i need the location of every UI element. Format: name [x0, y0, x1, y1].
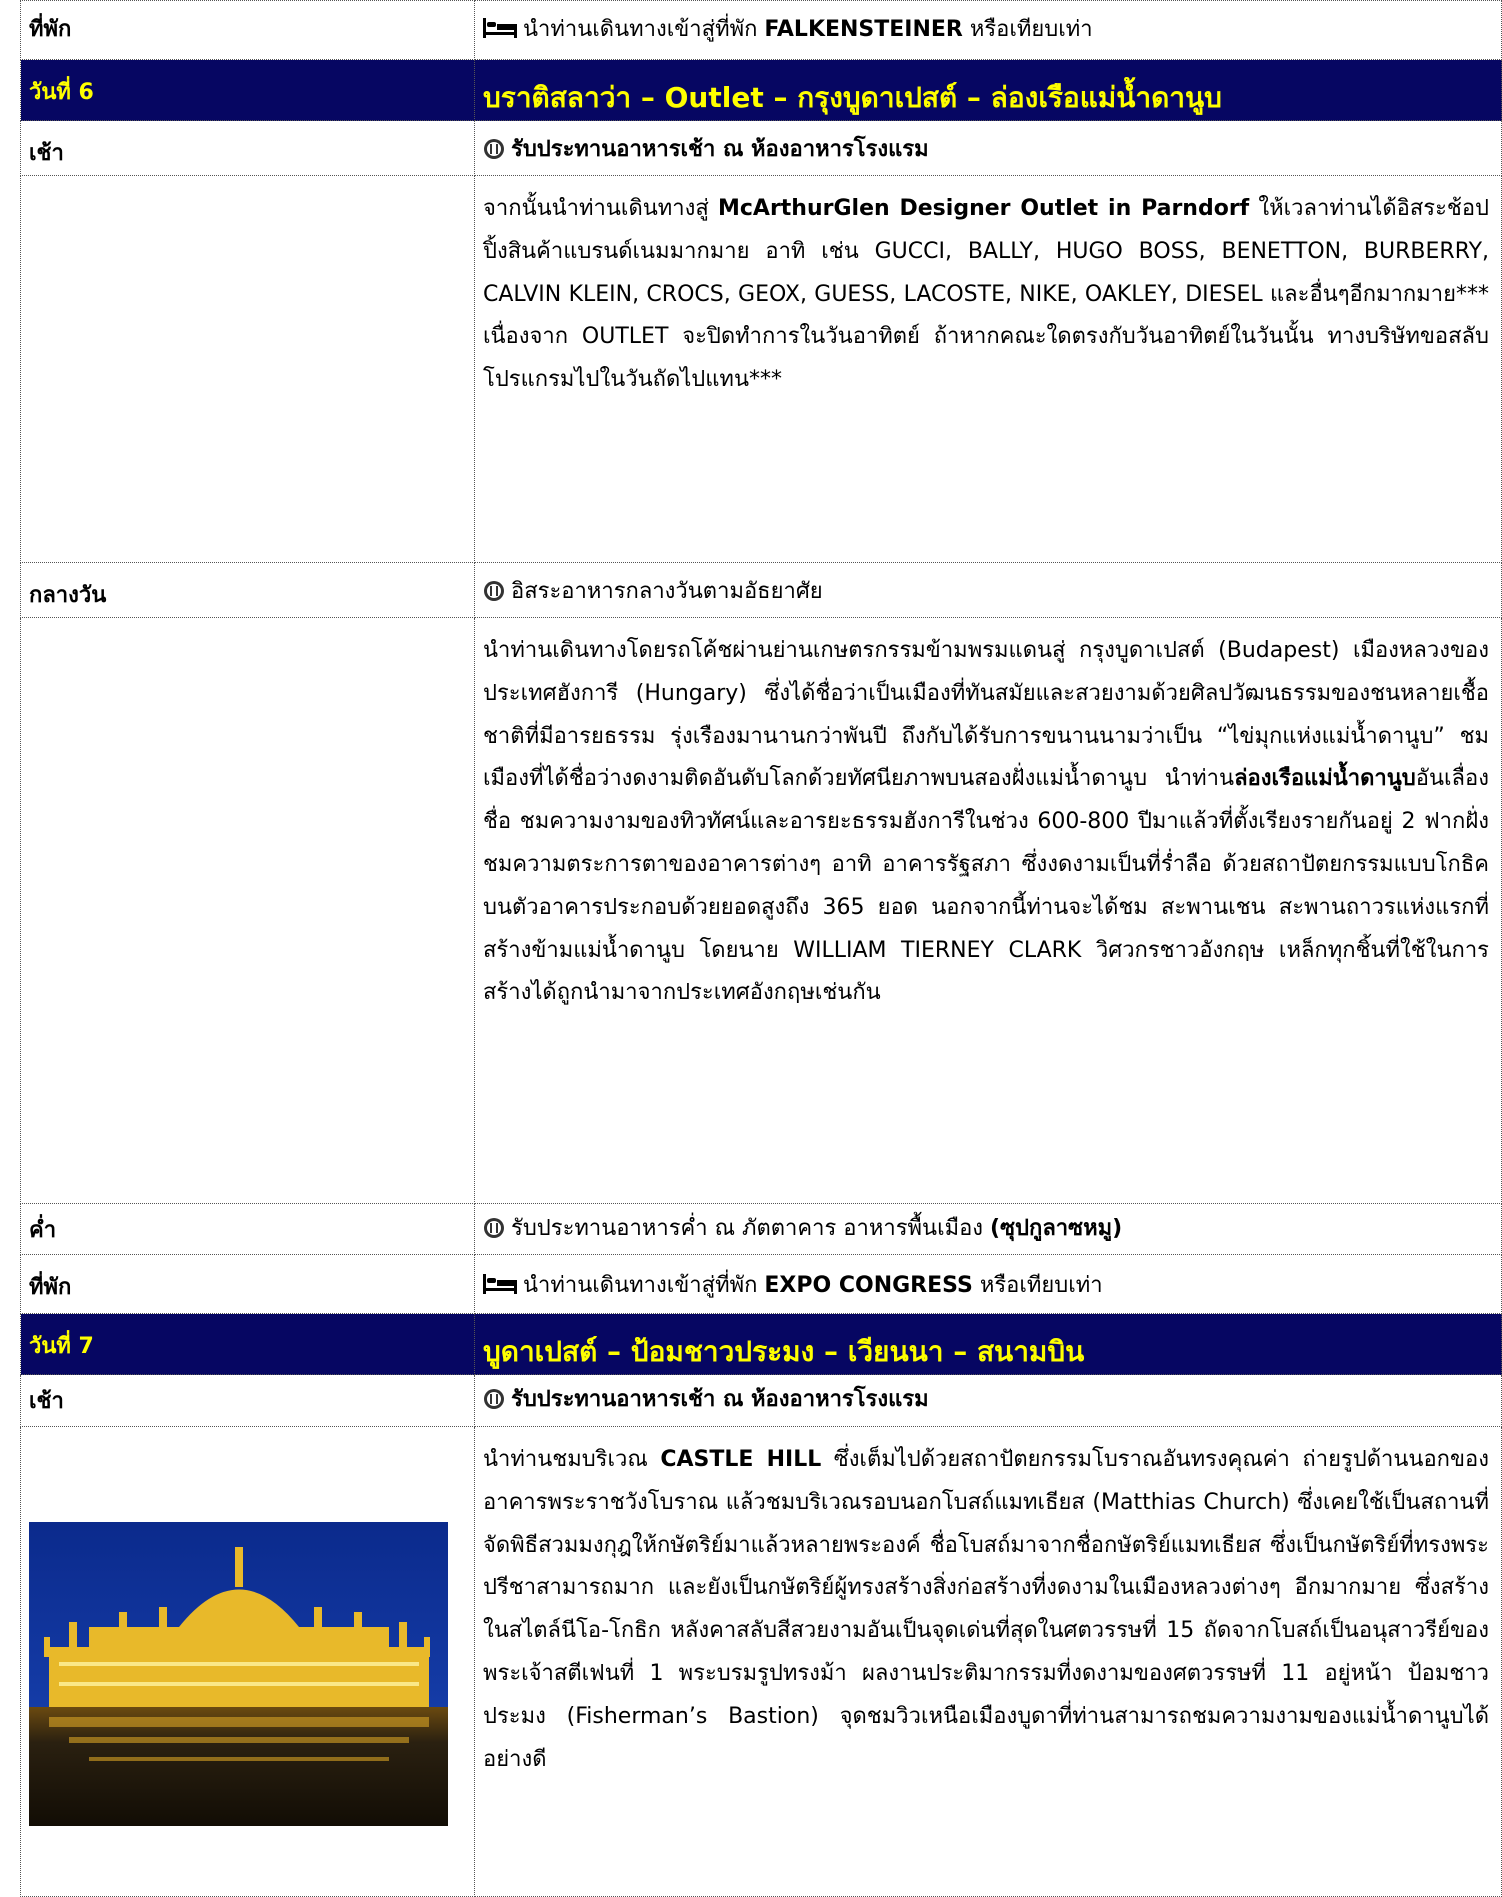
meal-icon: [483, 579, 505, 613]
meal-icon: [483, 1216, 505, 1250]
breakfast-row: เช้า รับประทานอาหารเช้า ณ ห้องอาหารโรงแร…: [20, 120, 1502, 176]
row-label: ที่พัก: [20, 0, 475, 60]
row-label: เช้า: [20, 120, 475, 176]
row-label: ที่พัก: [20, 1254, 475, 1314]
meal-icon: [483, 137, 505, 171]
activity-row: จากนั้นนำท่านเดินทางสู่ McArthurGlen Des…: [20, 175, 1502, 563]
day-header: วันที่ 6 บราติสลาว่า – Outlet – กรุงบูดา…: [20, 59, 1502, 121]
row-label: กลางวัน: [20, 562, 475, 618]
meal-icon: [483, 1387, 505, 1421]
hotel-row: ที่พัก นำท่านเดินทางเข้าสู่ที่พัก EXPO C…: [20, 1254, 1502, 1314]
activity-text: ซึ่งเต็มไปด้วยสถาปัตยกรรมโบราณอันทรงคุณค…: [483, 1447, 1489, 1772]
parliament-photo: [29, 1522, 448, 1826]
bed-icon: [483, 1273, 517, 1307]
hotel-suffix: หรือเทียบเท่า: [962, 17, 1093, 42]
hotel-text: นำท่านเดินทางเข้าสู่ที่พัก: [523, 1273, 765, 1298]
itinerary-table: ที่พัก นำท่านเดินทางเข้าสู่ที่พัก FALKEN…: [20, 0, 1502, 1897]
activity-text: อันเลื่องชื่อ ชมความงามของทิวทัศน์และอาร…: [483, 766, 1489, 1006]
outlet-name: McArthurGlen Designer Outlet in Parndorf: [717, 196, 1250, 221]
castle-name: CASTLE HILL: [660, 1447, 822, 1472]
hotel-name: EXPO CONGRESS: [764, 1273, 973, 1298]
dish-name: (ซุปกูลาซหมู): [990, 1216, 1123, 1241]
day-title: บราติสลาว่า – Outlet – กรุงบูดาเปสต์ – ล…: [474, 59, 1502, 121]
activity-cell: จากนั้นนำท่านเดินทางสู่ McArthurGlen Des…: [474, 175, 1502, 563]
activity-text: ให้เวลาท่านได้อิสระช้อปปิ้งสินค้าแบรนด์เ…: [483, 196, 1490, 393]
activity-row: นำท่านชมบริเวณ CASTLE HILL ซึ่งเต็มไปด้ว…: [20, 1426, 1502, 1897]
row-label: ค่ำ: [20, 1203, 475, 1255]
meal-text: รับประทานอาหารเช้า ณ ห้องอาหารโรงแรม: [511, 137, 929, 162]
row-label: เช้า: [20, 1374, 475, 1427]
breakfast-cell: รับประทานอาหารเช้า ณ ห้องอาหารโรงแรม: [474, 120, 1502, 176]
dinner-cell: รับประทานอาหารค่ำ ณ ภัตตาคาร อาหารพื้นเม…: [474, 1203, 1502, 1255]
day-label: วันที่ 7: [20, 1313, 475, 1375]
hotel-suffix: หรือเทียบเท่า: [972, 1273, 1103, 1298]
bed-icon: [483, 17, 517, 51]
activity-row: นำท่านเดินทางโดยรถโค้ชผ่านย่านเกษตรกรรมข…: [20, 617, 1502, 1204]
lunch-cell: อิสระอาหารกลางวันตามอัธยาศัย: [474, 562, 1502, 618]
day-label: วันที่ 6: [20, 59, 475, 121]
breakfast-cell: รับประทานอาหารเช้า ณ ห้องอาหารโรงแรม: [474, 1374, 1502, 1427]
meal-text: อิสระอาหารกลางวันตามอัธยาศัย: [511, 579, 823, 604]
hotel-text: นำท่านเดินทางเข้าสู่ที่พัก: [523, 17, 765, 42]
dinner-row: ค่ำ รับประทานอาหารค่ำ ณ ภัตตาคาร อาหารพื…: [20, 1203, 1502, 1255]
breakfast-row: เช้า รับประทานอาหารเช้า ณ ห้องอาหารโรงแร…: [20, 1374, 1502, 1427]
lunch-row: กลางวัน อิสระอาหารกลางวันตามอัธยาศัย: [20, 562, 1502, 618]
day-title: บูดาเปสต์ – ป้อมชาวประมง – เวียนนา – สนา…: [474, 1313, 1502, 1375]
hotel-cell: นำท่านเดินทางเข้าสู่ที่พัก FALKENSTEINER…: [474, 0, 1502, 60]
hotel-name: FALKENSTEINER: [764, 17, 963, 42]
day-header: วันที่ 7 บูดาเปสต์ – ป้อมชาวประมง – เวีย…: [20, 1313, 1502, 1375]
activity-cell: นำท่านชมบริเวณ CASTLE HILL ซึ่งเต็มไปด้ว…: [474, 1426, 1502, 1897]
activity-cell: นำท่านเดินทางโดยรถโค้ชผ่านย่านเกษตรกรรมข…: [474, 617, 1502, 1204]
hotel-row: ที่พัก นำท่านเดินทางเข้าสู่ที่พัก FALKEN…: [20, 0, 1502, 60]
cruise-name: ล่องเรือแม่น้ำดานูบ: [1234, 766, 1416, 792]
hotel-cell: นำท่านเดินทางเข้าสู่ที่พัก EXPO CONGRESS…: [474, 1254, 1502, 1314]
meal-text: รับประทานอาหารค่ำ ณ ภัตตาคาร อาหารพื้นเม…: [511, 1216, 991, 1241]
photo-cell: [20, 1426, 475, 1897]
meal-text: รับประทานอาหารเช้า ณ ห้องอาหารโรงแรม: [511, 1387, 929, 1412]
